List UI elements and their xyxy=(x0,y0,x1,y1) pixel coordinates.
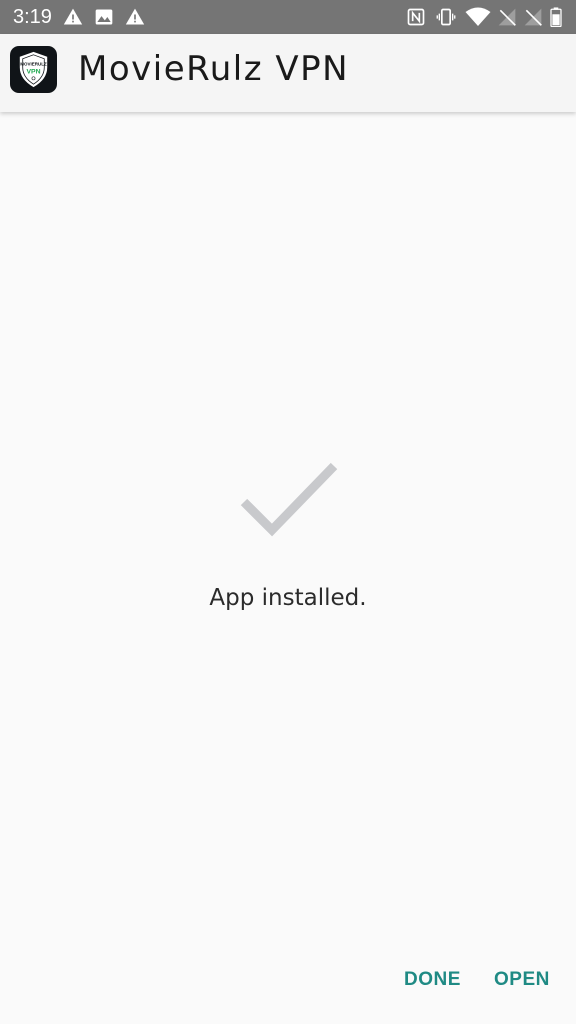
install-status-message: App installed. xyxy=(209,585,367,611)
status-bar: 3:19 xyxy=(0,0,576,34)
app-icon-brand-text: MOVIERULZ xyxy=(20,62,47,67)
signal-off-icon xyxy=(497,7,517,27)
install-complete-screen: 3:19 MOVIERULZ VPN MovieRulz VPN App ins… xyxy=(0,0,576,1024)
battery-icon xyxy=(549,7,563,27)
status-time: 3:19 xyxy=(13,6,52,28)
vibrate-icon xyxy=(436,7,456,27)
open-button[interactable]: OPEN xyxy=(494,966,550,994)
warning-icon xyxy=(125,7,145,27)
signal-off-icon xyxy=(523,7,543,27)
app-header: MOVIERULZ VPN MovieRulz VPN xyxy=(0,34,576,112)
done-button[interactable]: DONE xyxy=(404,966,461,994)
wifi-icon xyxy=(465,7,491,27)
nfc-icon xyxy=(406,7,426,27)
app-title: MovieRulz VPN xyxy=(78,49,350,89)
app-icon-badge-text: VPN xyxy=(26,68,40,75)
warning-icon xyxy=(63,7,83,27)
checkmark-icon xyxy=(240,460,338,538)
image-icon xyxy=(94,7,114,27)
main-content xyxy=(0,112,576,1024)
app-icon: MOVIERULZ VPN xyxy=(10,46,57,93)
